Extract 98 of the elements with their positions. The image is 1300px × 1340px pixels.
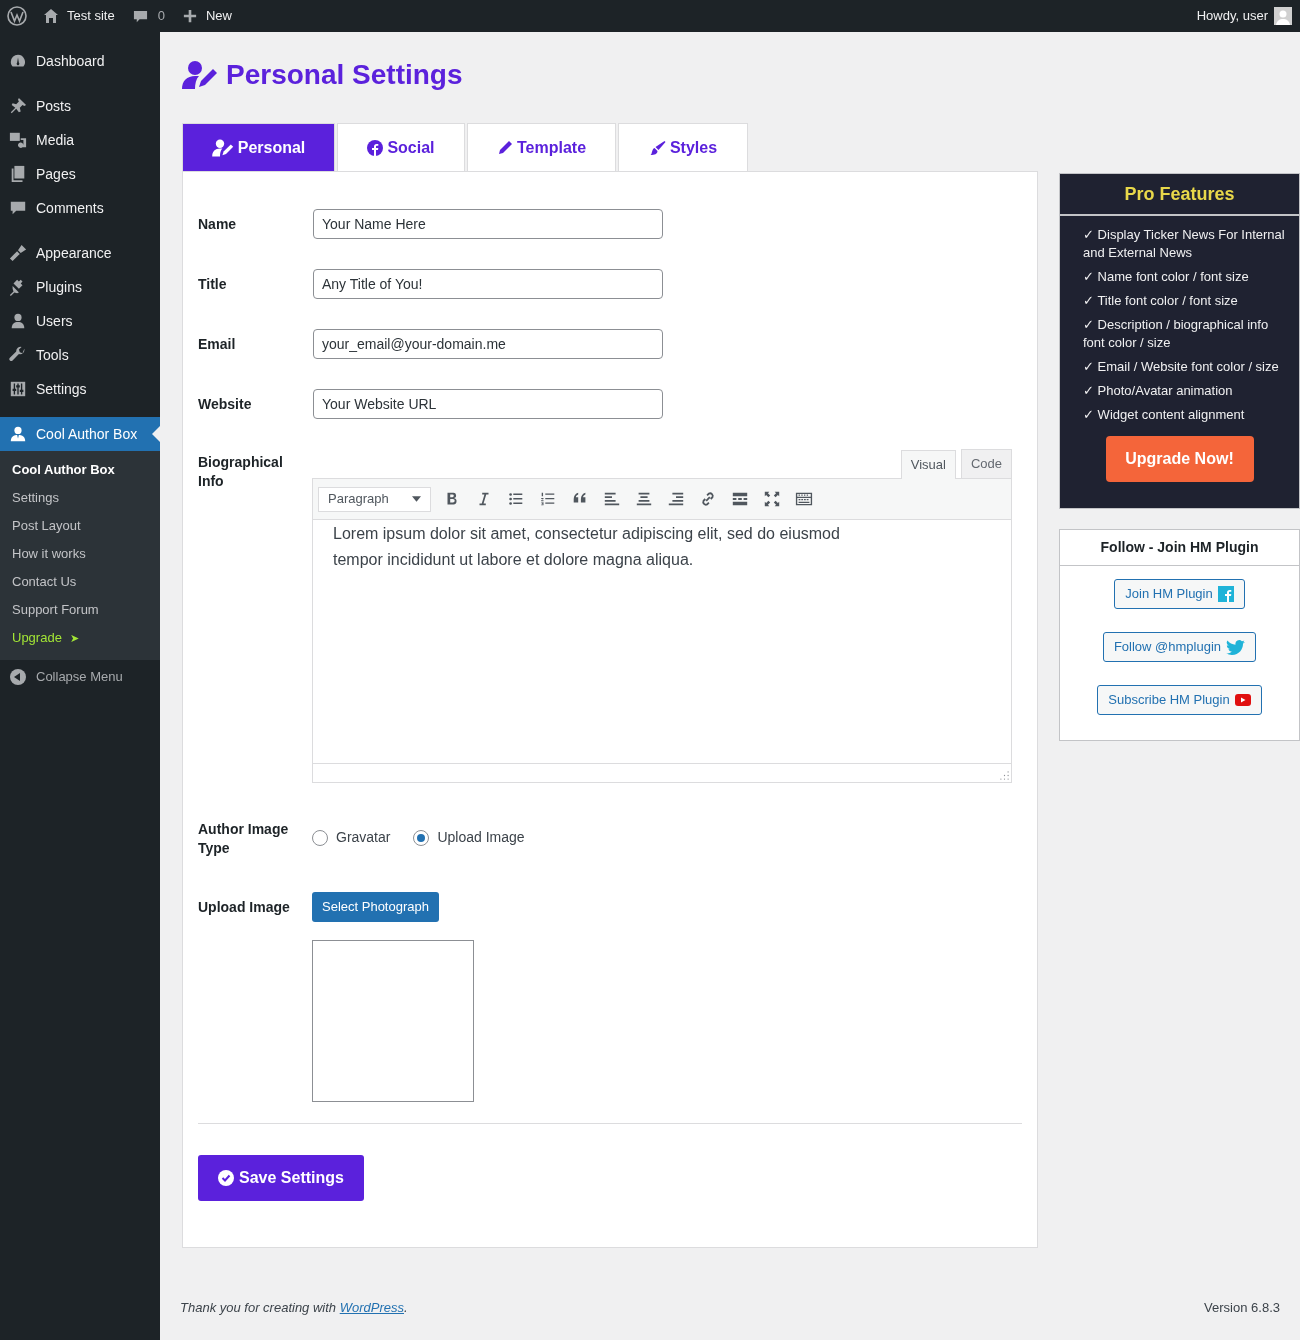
submenu-item[interactable]: Post Layout <box>0 512 160 540</box>
wordpress-logo-icon <box>7 6 27 26</box>
editor-tab[interactable]: Visual <box>900 450 956 479</box>
menu-item[interactable]: Users <box>0 304 160 338</box>
field-label: Biographical Info <box>198 453 284 491</box>
feature-item: ✓ Name font color / font size <box>1083 268 1250 286</box>
pencil-icon <box>496 139 513 156</box>
caret-icon <box>412 496 421 502</box>
user-icon <box>9 425 27 443</box>
wordpress-link[interactable]: WordPress <box>339 1300 404 1315</box>
input-field[interactable]: Your Website URL <box>313 389 663 419</box>
feature-item: ✓ Display Ticker News For Internal and External News <box>1083 226 1286 262</box>
account-link[interactable]: Howdy, user <box>1196 6 1268 26</box>
site-link[interactable]: Test site <box>67 6 115 26</box>
bird-icon <box>1226 639 1246 655</box>
version-text: Version 6.8.3 <box>1204 1299 1280 1317</box>
radio-label[interactable]: Gravatar <box>336 827 391 848</box>
submenu-item[interactable]: Contact Us <box>0 568 160 596</box>
check-circle-icon <box>218 1170 234 1186</box>
new-link[interactable]: New <box>205 6 232 26</box>
play-icon <box>1234 694 1251 706</box>
avatar-icon <box>1274 7 1292 25</box>
paintbrush-icon <box>9 244 27 262</box>
tab[interactable]: Personal <box>182 123 335 171</box>
social-link-button[interactable]: Follow @hmplugin <box>1102 632 1257 662</box>
social-link-button[interactable]: Join HM Plugin <box>1114 579 1245 609</box>
field-label: Name <box>198 214 238 234</box>
field-label: Author Image Type <box>198 820 290 858</box>
input-field[interactable]: Any Title of You! <box>313 269 663 299</box>
feature-item: ✓ Description / biographical info font color / size <box>1083 316 1270 352</box>
select-photograph-button[interactable]: Select Photograph <box>312 892 439 922</box>
facebook-icon <box>367 139 384 156</box>
radio-button[interactable] <box>312 829 328 846</box>
submenu-item[interactable]: Settings <box>0 484 160 512</box>
menu-item[interactable]: Cool Author Box <box>0 417 160 451</box>
footer-text: Thank you for creating with WordPress. <box>180 1299 408 1317</box>
feature-item: ✓ Title font color / font size <box>1083 292 1239 310</box>
social-link-button[interactable]: Subscribe HM Plugin <box>1097 685 1262 715</box>
align-left-icon <box>603 490 621 508</box>
user-icon <box>9 312 27 330</box>
menu-item[interactable]: Comments <box>0 191 160 225</box>
user-edit-icon <box>211 138 234 157</box>
comment-icon <box>132 8 148 24</box>
submenu-item[interactable]: How it works <box>0 540 160 568</box>
home-icon <box>43 8 59 24</box>
field-label: Title <box>198 274 228 294</box>
page-title: Personal Settings <box>226 58 463 92</box>
numbered-list-icon <box>539 490 557 508</box>
menu-item[interactable]: Pages <box>0 157 160 191</box>
tab[interactable]: Social <box>337 123 465 171</box>
feature-item: ✓ Photo/Avatar animation <box>1083 382 1234 400</box>
submenu-item[interactable]: Upgrade ➤ <box>0 624 160 652</box>
collapse-icon <box>9 668 27 686</box>
submenu-item[interactable]: Cool Author Box <box>0 456 160 484</box>
feature-item: ✓ Email / Website font color / size <box>1083 358 1280 376</box>
input-field[interactable]: your_email@your-domain.me <box>313 329 663 359</box>
editor-tab[interactable]: Code <box>960 449 1012 478</box>
paintbrush-icon <box>648 139 666 156</box>
resize-handle-icon <box>1000 771 1009 780</box>
collapse-menu-button[interactable]: Collapse Menu <box>0 660 160 694</box>
menu-item[interactable]: Plugins <box>0 270 160 304</box>
align-center-icon <box>635 490 653 508</box>
submenu-item[interactable]: Support Forum <box>0 596 160 624</box>
save-settings-button[interactable]: Save Settings <box>198 1155 364 1201</box>
media-icon <box>9 131 27 149</box>
radio-label[interactable]: Upload Image <box>437 827 525 848</box>
input-field[interactable]: Your Name Here <box>313 209 663 239</box>
feature-item: ✓ Widget content alignment <box>1083 406 1246 424</box>
tab[interactable]: Template <box>467 123 616 171</box>
align-right-icon <box>667 490 685 508</box>
menu-item[interactable]: Dashboard <box>0 44 160 78</box>
wrench-icon <box>9 346 27 364</box>
sliders-icon <box>9 380 27 398</box>
menu-item[interactable]: Tools <box>0 338 160 372</box>
menu-item[interactable]: Appearance <box>0 236 160 270</box>
radio-button[interactable] <box>413 829 430 846</box>
menu-item[interactable]: Posts <box>0 89 160 123</box>
bullet-list-icon <box>507 490 525 508</box>
field-label: Email <box>198 334 237 354</box>
tab[interactable]: Styles <box>618 123 748 171</box>
field-label: Upload Image <box>198 897 291 917</box>
link-icon <box>699 490 717 508</box>
facebook-icon <box>1217 586 1234 602</box>
menu-item[interactable]: Settings <box>0 372 160 406</box>
menu-item[interactable]: Media <box>0 123 160 157</box>
editor-text: Lorem ipsum dolor sit amet, consectetur adipiscing elit, sed do eiusmod tempor incididunt ut labore et dolore magna aliqua. <box>333 524 841 570</box>
format-dropdown[interactable]: Paragraph <box>318 486 431 512</box>
panel-title: Pro Features <box>1060 174 1299 216</box>
fullscreen-icon <box>763 490 781 508</box>
keyboard-icon <box>795 490 813 508</box>
panel-title: Follow - Join HM Plugin <box>1060 530 1299 566</box>
field-label: Website <box>198 394 253 414</box>
pushpin-icon <box>9 97 27 115</box>
comment-count[interactable]: 0 <box>157 6 165 26</box>
plus-icon <box>182 9 197 23</box>
read-more-icon <box>731 490 749 508</box>
pages-icon <box>9 165 27 183</box>
user-edit-icon <box>182 60 218 90</box>
